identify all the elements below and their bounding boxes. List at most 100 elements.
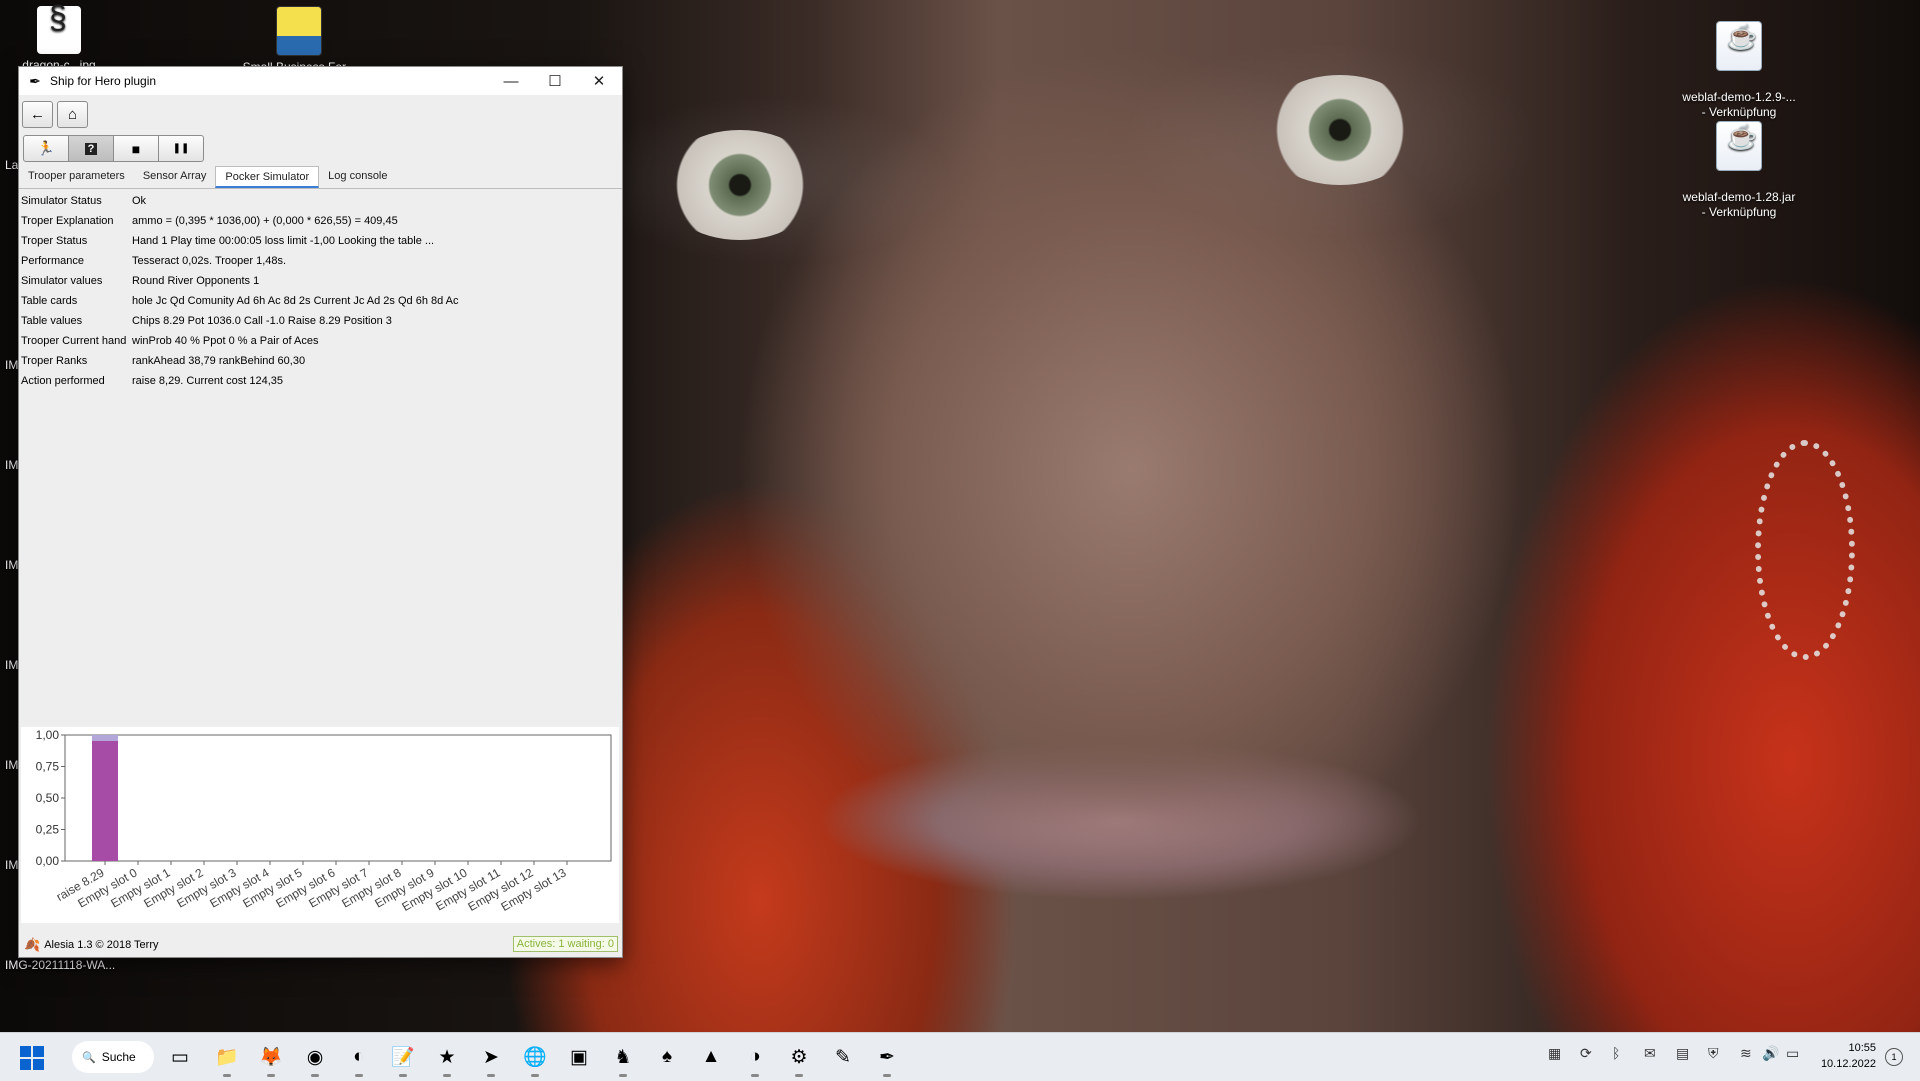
desktop-icon-small-business[interactable]: Small Business For...: [234, 6, 364, 75]
property-key: Performance: [21, 255, 84, 267]
nav-toolbar: ← ⌂: [22, 101, 88, 128]
property-value: Tesseract 0,02s. Trooper 1,48s.: [132, 255, 287, 267]
desktop-side-label: IM: [5, 658, 19, 672]
pokerstars-icon[interactable]: ★: [432, 1042, 462, 1077]
property-row: Troper Explanation ammo = (0,395 * 1036,0…: [21, 211, 619, 231]
notification-badge[interactable]: 1: [1885, 1048, 1903, 1066]
taskbar-search[interactable]: 🔍 Suche: [72, 1041, 154, 1073]
desktop-icon-weblaf-128[interactable]: weblaf-demo-1.28.jar - Verknüpfung: [1674, 106, 1804, 235]
property-row: Simulator Status Ok: [21, 191, 619, 211]
desktop-side-label: IM: [5, 858, 19, 872]
property-row: Troper Status Hand 1 Play time 00:00:05 l…: [21, 231, 619, 251]
tray-mail-icon[interactable]: ✉: [1644, 1045, 1656, 1062]
arrow-app-icon[interactable]: ➤: [476, 1042, 506, 1077]
window-title: Ship for Hero plugin: [50, 74, 157, 88]
minimize-button[interactable]: —: [489, 67, 533, 95]
property-key: Troper Ranks: [21, 355, 88, 367]
pause-button[interactable]: ❚❚: [158, 135, 204, 162]
tab-log-console[interactable]: Log console: [319, 166, 396, 188]
globe-icon[interactable]: 🌐: [520, 1042, 550, 1077]
bluetooth-icon[interactable]: ᛒ: [1612, 1045, 1620, 1061]
desktop-side-label: IM: [5, 758, 19, 772]
property-row: Troper Ranks rankAhead 38,79 rankBehind 6…: [21, 351, 619, 371]
desktop-icon-label-img[interactable]: IMG-20211118-WA...: [5, 958, 115, 972]
property-value: rankAhead 38,79 rankBehind 60,30: [132, 355, 306, 367]
property-value: ammo = (0,395 * 1036,00) + (0,000 * 626,…: [132, 215, 398, 227]
status-bar: 🍂 Alesia 1.3 © 2018 Terry Actives: 1 wai…: [19, 933, 622, 957]
property-key: Action performed: [21, 375, 105, 387]
task-status-badge[interactable]: Actives: 1 waiting: 0: [512, 936, 618, 952]
y-tick-label: 0,50: [36, 791, 60, 805]
tray-app-icon[interactable]: ▦: [1548, 1045, 1561, 1062]
pause-icon: ❚❚: [172, 143, 190, 154]
office-icon[interactable]: ▣: [564, 1042, 594, 1072]
property-key: Table cards: [21, 295, 78, 307]
settings-icon[interactable]: ⚙: [784, 1042, 814, 1077]
app-window: ✒ Ship for Hero plugin — ☐ ✕ ← ⌂ 🏃 ? ■ ❚…: [18, 66, 623, 958]
tray-network-icon[interactable]: ⟳: [1580, 1045, 1592, 1062]
eclipse-icon[interactable]: ◐: [344, 1042, 374, 1077]
property-row: Trooper Current hand winProb 40 % Ppot 0 …: [21, 331, 619, 351]
back-button[interactable]: ←: [22, 101, 53, 128]
property-value: Chips 8.29 Pot 1036.0 Call -1.0 Raise 8.…: [132, 315, 392, 327]
help-toggle-button[interactable]: ?: [68, 135, 114, 162]
chart-plot-area: [64, 734, 612, 862]
vlc-icon[interactable]: ▲: [696, 1042, 726, 1072]
property-key: Troper Explanation: [21, 215, 114, 227]
taskbar-clock[interactable]: 10:55 10.12.2022: [1812, 1040, 1876, 1072]
action-bar-chart: 0,000,250,500,751,00raise 8.29Empty slot…: [36, 728, 612, 914]
tab-trooper-parameters[interactable]: Trooper parameters: [19, 166, 134, 188]
eclipse-2-icon[interactable]: ◑: [740, 1042, 770, 1077]
property-value: Hand 1 Play time 00:00:05 loss limit -1,…: [132, 235, 435, 247]
chart-bar-highlight: [92, 735, 118, 741]
property-table: Simulator Status Ok Troper Explanation amm…: [21, 191, 619, 391]
tab-pocker-simulator[interactable]: Pocker Simulator: [215, 166, 320, 188]
battery-icon[interactable]: ▭: [1786, 1045, 1799, 1062]
file-explorer-icon[interactable]: 📁: [212, 1042, 242, 1077]
back-arrow-icon: ←: [30, 106, 45, 123]
stop-button[interactable]: ■: [113, 135, 159, 162]
desktop-side-label: IM: [5, 458, 19, 472]
desktop-icon-label: weblaf-demo-1.28.jar - Verknüpfung: [1682, 190, 1796, 219]
property-key: Trooper Current hand: [21, 335, 127, 347]
status-text: Alesia 1.3 © 2018 Terry: [44, 939, 159, 951]
y-tick-label: 0,75: [36, 760, 60, 774]
dragon-image-icon: [37, 6, 81, 54]
chart-bar: [92, 735, 118, 861]
help-book-icon: ?: [84, 142, 98, 155]
home-button[interactable]: ⌂: [57, 101, 88, 128]
property-row: Table values Chips 8.29 Pot 1036.0 Call -…: [21, 311, 619, 331]
pen-app-icon[interactable]: ✎: [828, 1042, 858, 1072]
leaf-icon: 🍂: [24, 937, 41, 952]
tab-sensor-array[interactable]: Sensor Array: [134, 166, 216, 188]
property-key: Simulator Status: [21, 195, 102, 207]
tray-drive-icon[interactable]: ▤: [1676, 1045, 1689, 1062]
y-tick-label: 0,00: [36, 854, 60, 868]
java-jar-icon: [1716, 21, 1762, 71]
clock-time: 10:55: [1848, 1042, 1876, 1054]
tray-shield-icon[interactable]: ⛨: [1708, 1045, 1719, 1062]
wifi-icon[interactable]: ≋: [1740, 1045, 1752, 1062]
chrome-icon[interactable]: ◉: [300, 1042, 330, 1077]
y-tick-label: 1,00: [36, 728, 60, 742]
property-key: Table values: [21, 315, 83, 327]
hero-app-icon[interactable]: ✒: [872, 1042, 902, 1077]
desktop-side-label: IM: [5, 358, 19, 372]
task-view-icon[interactable]: ▭: [165, 1042, 195, 1072]
close-button[interactable]: ✕: [577, 67, 621, 95]
home-icon: ⌂: [67, 106, 78, 123]
hero-app-icon: ✒: [29, 73, 41, 89]
notepad-icon[interactable]: 📝: [388, 1042, 418, 1077]
volume-icon[interactable]: 🔊: [1762, 1045, 1779, 1062]
spade-icon[interactable]: ♠: [652, 1042, 682, 1072]
title-bar[interactable]: ✒ Ship for Hero plugin — ☐ ✕: [19, 67, 622, 95]
property-value: Round River Opponents 1: [132, 275, 260, 287]
action-chart-panel: 0,00 0,25 0,50 0,75 1,00 raise 8.29 Empty slot…: [21, 727, 619, 923]
desktop-icon-dragon[interactable]: dragon-c...jpg: [0, 6, 124, 73]
run-button[interactable]: 🏃: [23, 135, 69, 162]
firefox-icon[interactable]: 🦊: [256, 1042, 286, 1077]
game-app-icon[interactable]: ♞: [608, 1042, 638, 1077]
windows-start-button[interactable]: [20, 1046, 44, 1070]
maximize-button[interactable]: ☐: [533, 67, 577, 95]
property-row: Table cards hole Jc Qd Comunity Ad 6h Ac …: [21, 291, 619, 311]
